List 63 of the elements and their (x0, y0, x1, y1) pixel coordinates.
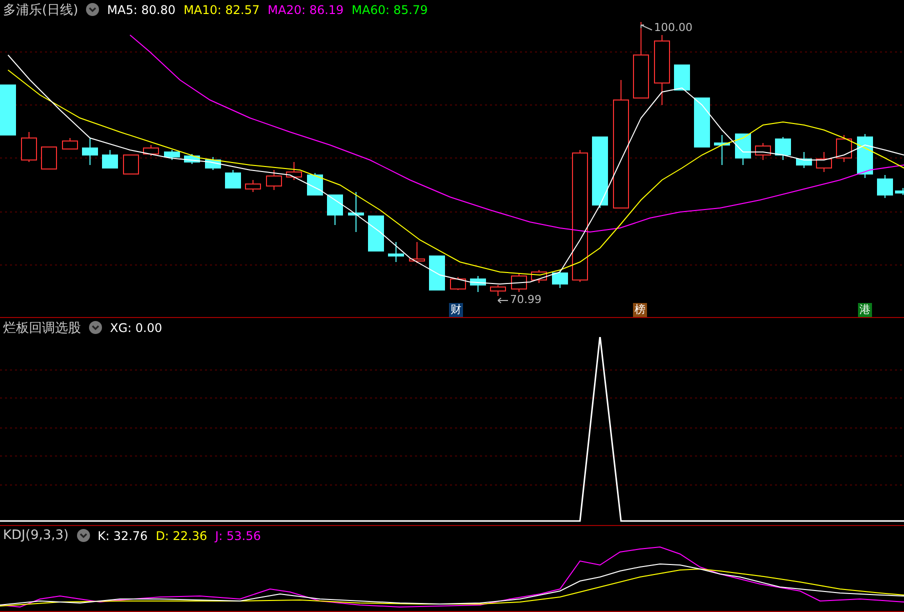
candlestick (836, 134, 852, 162)
moving-average-value: MA20: 86.19 (268, 2, 344, 16)
event-marker[interactable]: 港 (858, 303, 872, 317)
candlestick (266, 170, 282, 190)
dropdown-icon[interactable] (89, 321, 102, 334)
event-marker[interactable]: 财 (449, 303, 463, 317)
candlestick (895, 188, 904, 196)
candlestick (714, 134, 730, 166)
dropdown-icon[interactable] (86, 3, 100, 16)
candlestick (184, 154, 200, 164)
candlestick (755, 142, 771, 160)
pointer-arrow-icon (497, 296, 509, 304)
candlestick (82, 138, 98, 166)
moving-average-value: MA5: 80.80 (107, 2, 176, 16)
candlestick (470, 276, 486, 292)
candlestick (286, 162, 302, 180)
candlestick (307, 172, 323, 196)
pointer-arrow-icon (640, 24, 653, 32)
candlestick (102, 150, 118, 168)
candlestick (388, 242, 404, 262)
candlestick (592, 136, 608, 208)
candlestick (511, 274, 527, 292)
candlestick (205, 156, 221, 170)
panel-title: KDJ(9,3,3) (3, 528, 69, 543)
panel-title: 烂板回调选股 (3, 320, 81, 336)
candlestick (857, 134, 873, 178)
high-price-label: 100.00 (654, 22, 692, 34)
candlestick (327, 194, 343, 226)
candlestick (816, 152, 832, 172)
moving-average-value: MA60: 85.79 (352, 2, 428, 16)
event-marker[interactable]: 榜 (633, 303, 647, 317)
candlestick (450, 276, 466, 290)
candlestick (796, 152, 812, 168)
candlestick (429, 256, 445, 290)
candlestick (143, 144, 159, 156)
candlestick (123, 154, 139, 174)
candlestick (735, 134, 751, 166)
candlestick (21, 132, 37, 162)
candlestick (654, 34, 670, 106)
candlestick (62, 138, 78, 150)
candlestick (694, 98, 710, 148)
candlestick (877, 174, 893, 198)
candlestick (531, 270, 547, 284)
stock-title: 多浦乐(日线) (3, 2, 78, 18)
candlestick (552, 270, 568, 288)
candlestick (245, 180, 261, 192)
low-price-label: 70.99 (510, 294, 542, 306)
candlestick (225, 170, 241, 188)
candlestick (490, 284, 506, 296)
candlestick (348, 192, 364, 232)
candlestick (41, 146, 57, 170)
moving-average-value: MA10: 82.57 (184, 2, 260, 16)
indicator-value: K: 32.76 (98, 528, 148, 542)
indicator-value: J: 53.56 (215, 528, 261, 542)
dropdown-icon[interactable] (76, 529, 90, 542)
candlestick (164, 150, 180, 160)
candlestick (775, 136, 791, 160)
indicator-value: D: 22.36 (156, 528, 208, 542)
indicator-value: XG: 0.00 (110, 320, 162, 334)
candlestick (368, 216, 384, 252)
candlestick (0, 84, 16, 136)
candlestick (409, 242, 425, 264)
candlestick (674, 64, 690, 90)
